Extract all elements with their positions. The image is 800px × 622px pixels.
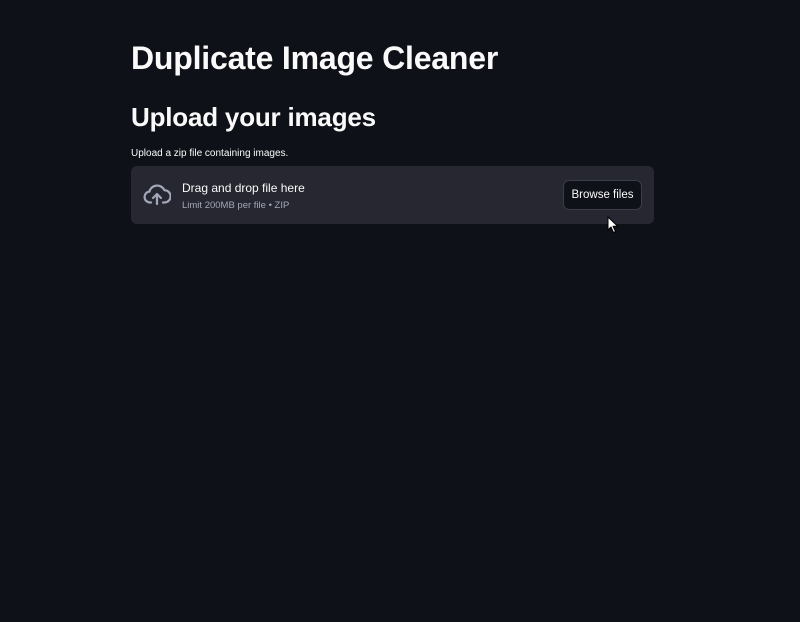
dropzone-instructions: Drag and drop file here — [182, 181, 305, 195]
dropzone-text: Drag and drop file here Limit 200MB per … — [182, 180, 305, 212]
page-title: Duplicate Image Cleaner — [131, 40, 499, 76]
mouse-pointer-icon — [607, 216, 619, 234]
cloud-upload-icon — [143, 183, 172, 207]
app-container: Duplicate Image Cleaner Upload your imag… — [0, 0, 800, 622]
browse-files-button[interactable]: Browse files — [563, 180, 642, 210]
file-uploader-label: Upload a zip file containing images. — [131, 148, 289, 159]
file-dropzone[interactable]: Drag and drop file here Limit 200MB per … — [131, 166, 654, 224]
file-limit-text: Limit 200MB per file • ZIP — [182, 200, 290, 211]
section-heading: Upload your images — [131, 102, 376, 132]
